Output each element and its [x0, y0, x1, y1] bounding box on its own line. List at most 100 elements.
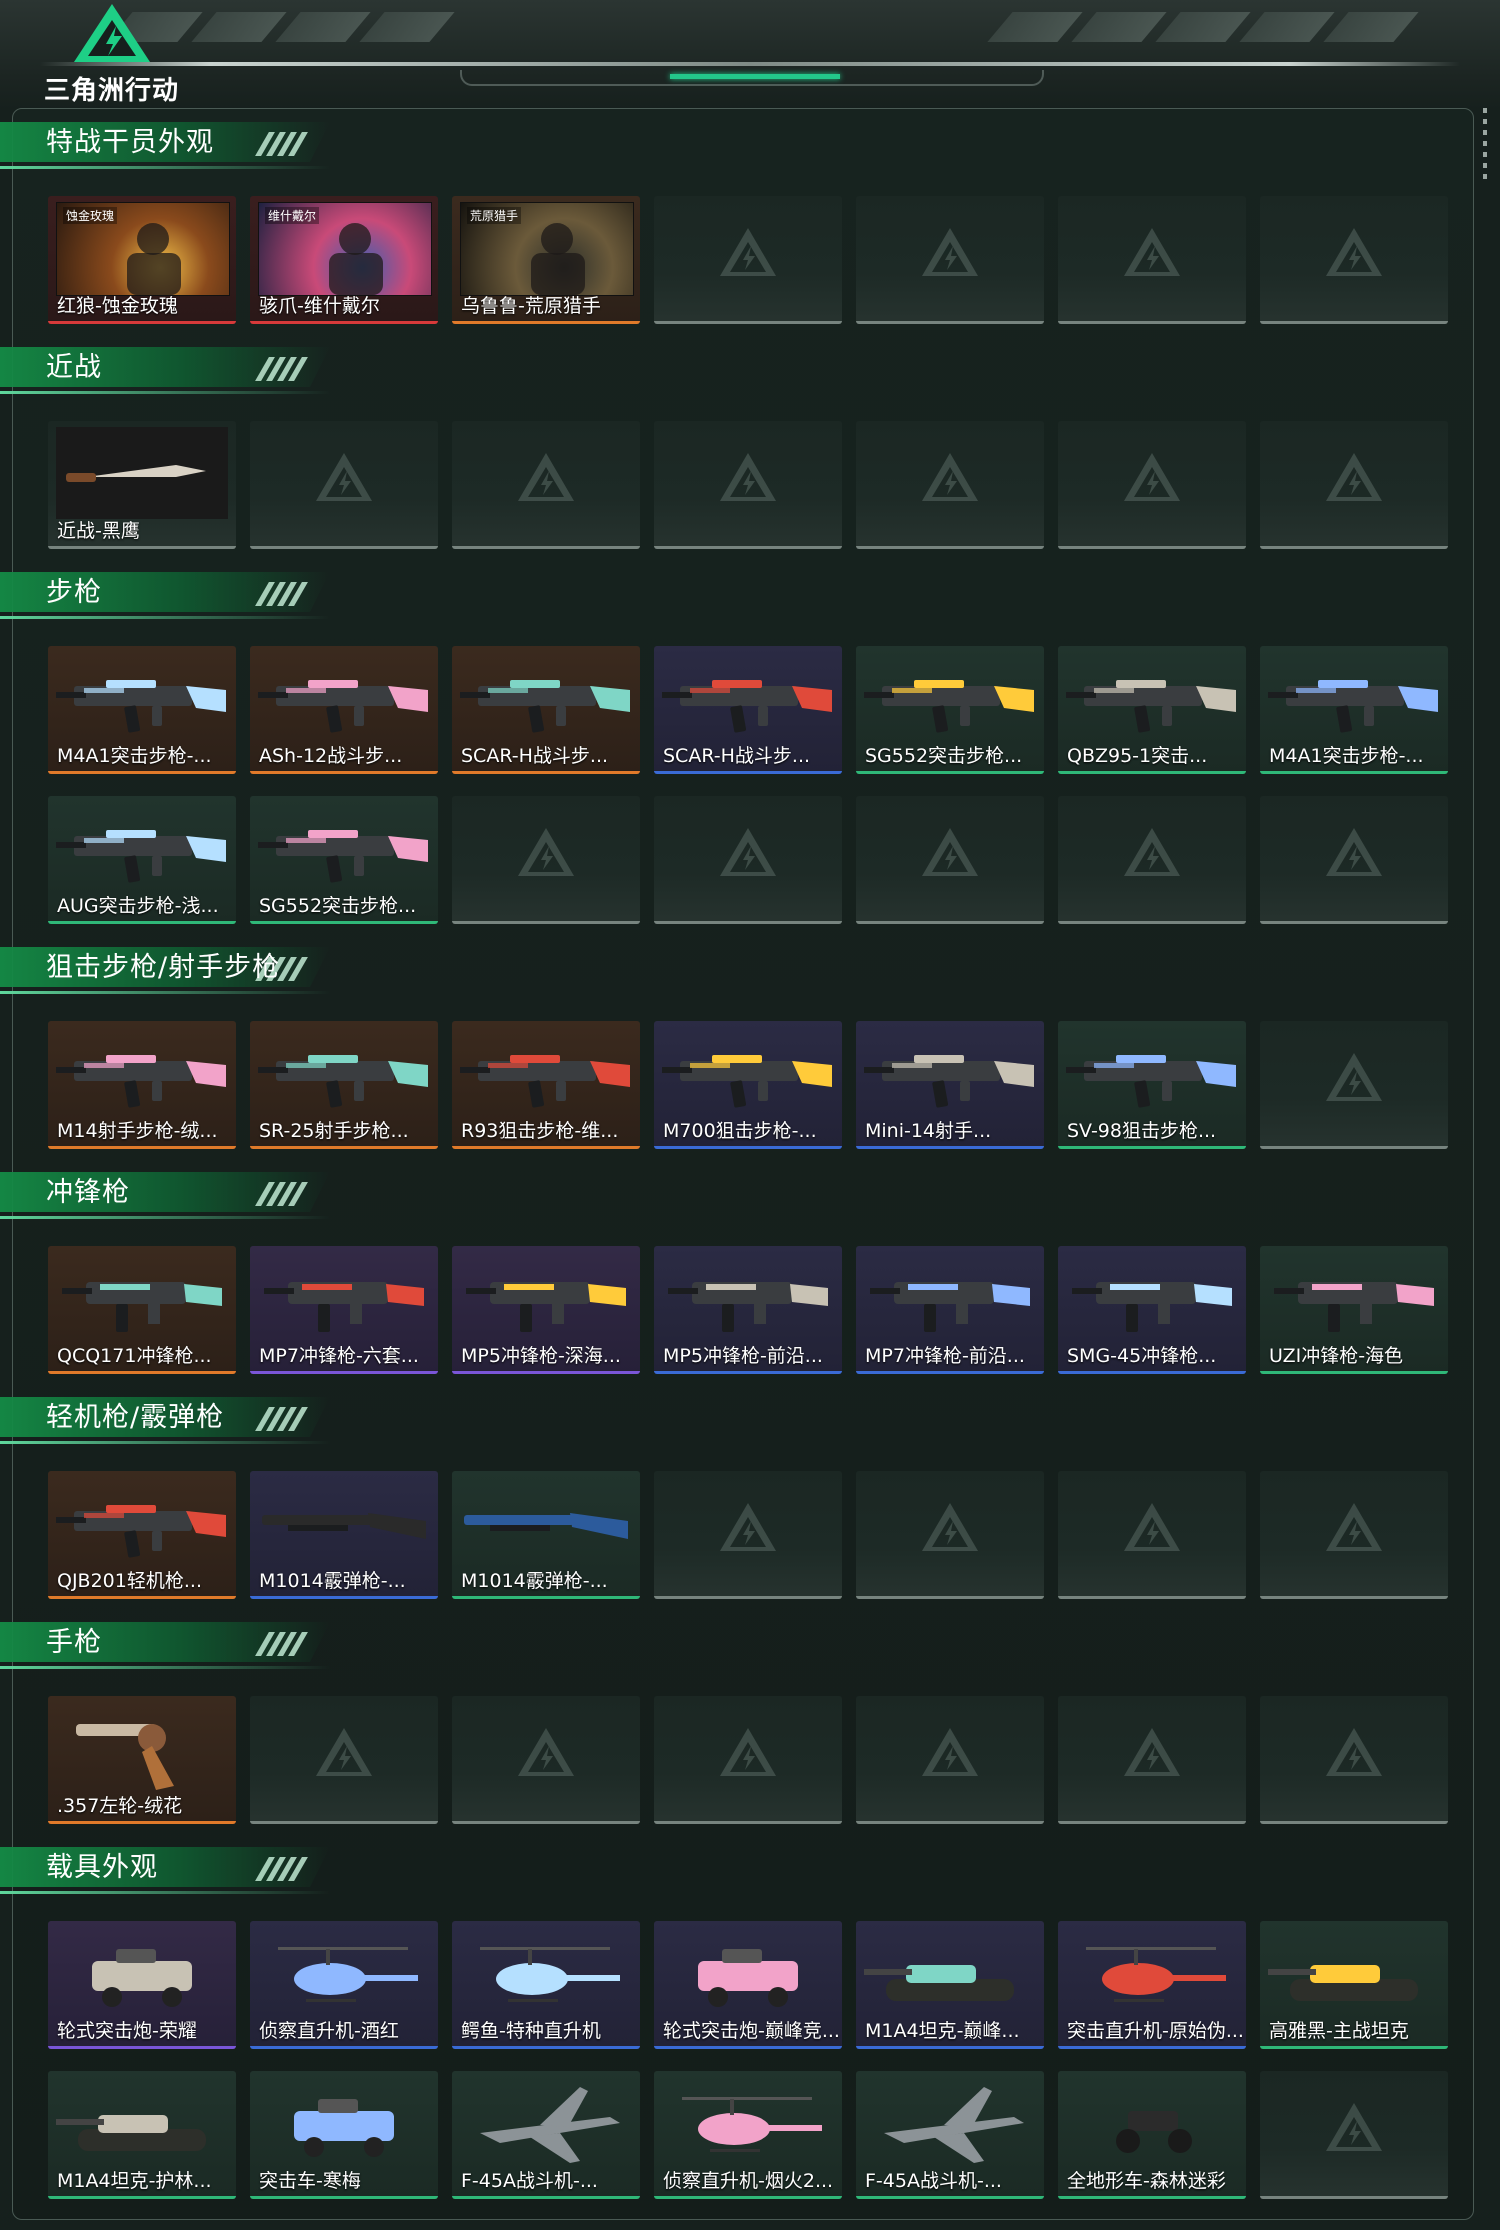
- delta-watermark-icon: [922, 1503, 978, 1551]
- quality-strip: [856, 771, 1044, 774]
- item-card[interactable]: M1014霰弹枪-...: [452, 1471, 640, 1599]
- empty-slot: [452, 421, 640, 549]
- armored-car-icon: [92, 1949, 192, 2007]
- item-card[interactable]: MP5冲锋枪-前沿...: [654, 1246, 842, 1374]
- item-card[interactable]: .357左轮-绒花: [48, 1696, 236, 1824]
- quality-strip: [48, 1821, 236, 1824]
- item-card[interactable]: M4A1突击步枪-...: [1260, 646, 1448, 774]
- item-card[interactable]: 突击车-寒梅: [250, 2071, 438, 2199]
- sniper-rifle-icon: [258, 1055, 428, 1108]
- item-name: 轮式突击炮-荣耀: [57, 2020, 197, 2042]
- quality-strip: [250, 2196, 438, 2199]
- empty-slot: [856, 796, 1044, 924]
- delta-watermark-icon: [1124, 453, 1180, 501]
- sniper-rifle-icon: [56, 1055, 226, 1108]
- item-card[interactable]: 侦察直升机-酒红: [250, 1921, 438, 2049]
- quality-strip: [1058, 1146, 1246, 1149]
- item-name: SV-98狙击步枪...: [1067, 1120, 1217, 1142]
- item-card[interactable]: 高雅黑-主战坦克: [1260, 1921, 1448, 2049]
- item-card[interactable]: M1A4坦克-巅峰...: [856, 1921, 1044, 2049]
- item-card[interactable]: M14射手步枪-绒...: [48, 1021, 236, 1149]
- empty-slot: [856, 196, 1044, 324]
- armored-car-icon: [294, 2099, 394, 2157]
- item-card[interactable]: F-45A战斗机-...: [856, 2071, 1044, 2199]
- item-card[interactable]: SG552突击步枪...: [856, 646, 1044, 774]
- item-card[interactable]: SR-25射手步枪...: [250, 1021, 438, 1149]
- section-header-2: 步枪: [0, 572, 330, 620]
- item-card[interactable]: 轮式突击炮-荣耀: [48, 1921, 236, 2049]
- section-title: 步枪: [46, 577, 102, 608]
- delta-watermark-icon: [1326, 1053, 1382, 1101]
- rifle-icon: [258, 680, 428, 733]
- item-card[interactable]: 荒原猎手 乌鲁鲁-荒原猎手: [452, 196, 640, 324]
- portrait-tag: 荒原猎手: [467, 207, 522, 224]
- item-card[interactable]: QJB201轻机枪...: [48, 1471, 236, 1599]
- empty-slot: [452, 1696, 640, 1824]
- item-card[interactable]: 鳄鱼-特种直升机: [452, 1921, 640, 2049]
- item-card[interactable]: Mini-14射手...: [856, 1021, 1044, 1149]
- section-header-3: 狙击步枪/射手步枪: [0, 947, 330, 995]
- item-card[interactable]: 蚀金玫瑰 红狼-蚀金玫瑰: [48, 196, 236, 324]
- item-card[interactable]: 突击直升机-原始伪...: [1058, 1921, 1246, 2049]
- empty-slot: [654, 796, 842, 924]
- item-card[interactable]: SCAR-H战斗步...: [452, 646, 640, 774]
- item-card[interactable]: M700狙击步枪-...: [654, 1021, 842, 1149]
- item-card[interactable]: 全地形车-森林迷彩: [1058, 2071, 1246, 2199]
- armored-car-icon: [698, 1949, 798, 2007]
- quality-strip: [654, 1146, 842, 1149]
- delta-watermark-icon: [922, 1728, 978, 1776]
- item-card[interactable]: QCQ171冲锋枪...: [48, 1246, 236, 1374]
- quality-strip: [452, 1596, 640, 1599]
- item-card[interactable]: 轮式突击炮-巅峰竞...: [654, 1921, 842, 2049]
- empty-slot: [654, 1696, 842, 1824]
- item-name: Mini-14射手...: [865, 1120, 992, 1142]
- item-card[interactable]: MP5冲锋枪-深海...: [452, 1246, 640, 1374]
- item-card[interactable]: MP7冲锋枪-六套...: [250, 1246, 438, 1374]
- item-card[interactable]: R93狙击步枪-维...: [452, 1021, 640, 1149]
- item-name: M4A1突击步枪-...: [1269, 745, 1424, 767]
- item-card[interactable]: M1014霰弹枪-...: [250, 1471, 438, 1599]
- item-card[interactable]: 侦察直升机-烟火2...: [654, 2071, 842, 2199]
- item-card[interactable]: SCAR-H战斗步...: [654, 646, 842, 774]
- item-card[interactable]: AUG突击步枪-浅...: [48, 796, 236, 924]
- section-title: 狙击步枪/射手步枪: [46, 952, 281, 983]
- tank-icon: [1268, 1965, 1418, 2001]
- delta-watermark-icon: [1124, 828, 1180, 876]
- item-name: SCAR-H战斗步...: [663, 745, 811, 767]
- quality-strip: [48, 771, 236, 774]
- item-card[interactable]: 维什戴尔 骇爪-维什戴尔: [250, 196, 438, 324]
- item-name: QCQ171冲锋枪...: [57, 1345, 212, 1367]
- item-card[interactable]: M1A4坦克-护林...: [48, 2071, 236, 2199]
- item-card[interactable]: 近战-黑鹰: [48, 421, 236, 549]
- quality-strip: [856, 2196, 1044, 2199]
- item-card[interactable]: MP7冲锋枪-前沿...: [856, 1246, 1044, 1374]
- delta-watermark-icon: [720, 228, 776, 276]
- item-name: R93狙击步枪-维...: [461, 1120, 619, 1142]
- item-name: UZI冲锋枪-海色: [1269, 1345, 1404, 1367]
- item-name: SCAR-H战斗步...: [461, 745, 609, 767]
- item-card[interactable]: SMG-45冲锋枪...: [1058, 1246, 1246, 1374]
- item-card[interactable]: ASh-12战斗步...: [250, 646, 438, 774]
- item-card[interactable]: F-45A战斗机-...: [452, 2071, 640, 2199]
- item-card[interactable]: M4A1突击步枪-...: [48, 646, 236, 774]
- item-name: M1A4坦克-巅峰...: [865, 2020, 1020, 2042]
- item-card[interactable]: SV-98狙击步枪...: [1058, 1021, 1246, 1149]
- section-title: 轻机枪/霰弹枪: [46, 1402, 225, 1433]
- top-banner: 三角洲行动: [0, 0, 1500, 110]
- delta-watermark-icon: [316, 1728, 372, 1776]
- atv-icon: [1116, 2111, 1192, 2153]
- item-card[interactable]: QBZ95-1突击...: [1058, 646, 1246, 774]
- quality-strip: [452, 1371, 640, 1374]
- item-card[interactable]: UZI冲锋枪-海色: [1260, 1246, 1448, 1374]
- empty-slot: [1058, 1471, 1246, 1599]
- quality-strip: [856, 1146, 1044, 1149]
- item-name: M700狙击步枪-...: [663, 1120, 817, 1142]
- item-name: MP5冲锋枪-深海...: [461, 1345, 621, 1367]
- revolver-icon: [76, 1724, 174, 1790]
- delta-watermark-icon: [518, 453, 574, 501]
- tank-icon: [56, 2115, 206, 2151]
- item-name: M1014霰弹枪-...: [461, 1570, 608, 1592]
- delta-watermark-icon: [922, 828, 978, 876]
- scroll-indicator[interactable]: [1483, 108, 1487, 180]
- item-card[interactable]: SG552突击步枪...: [250, 796, 438, 924]
